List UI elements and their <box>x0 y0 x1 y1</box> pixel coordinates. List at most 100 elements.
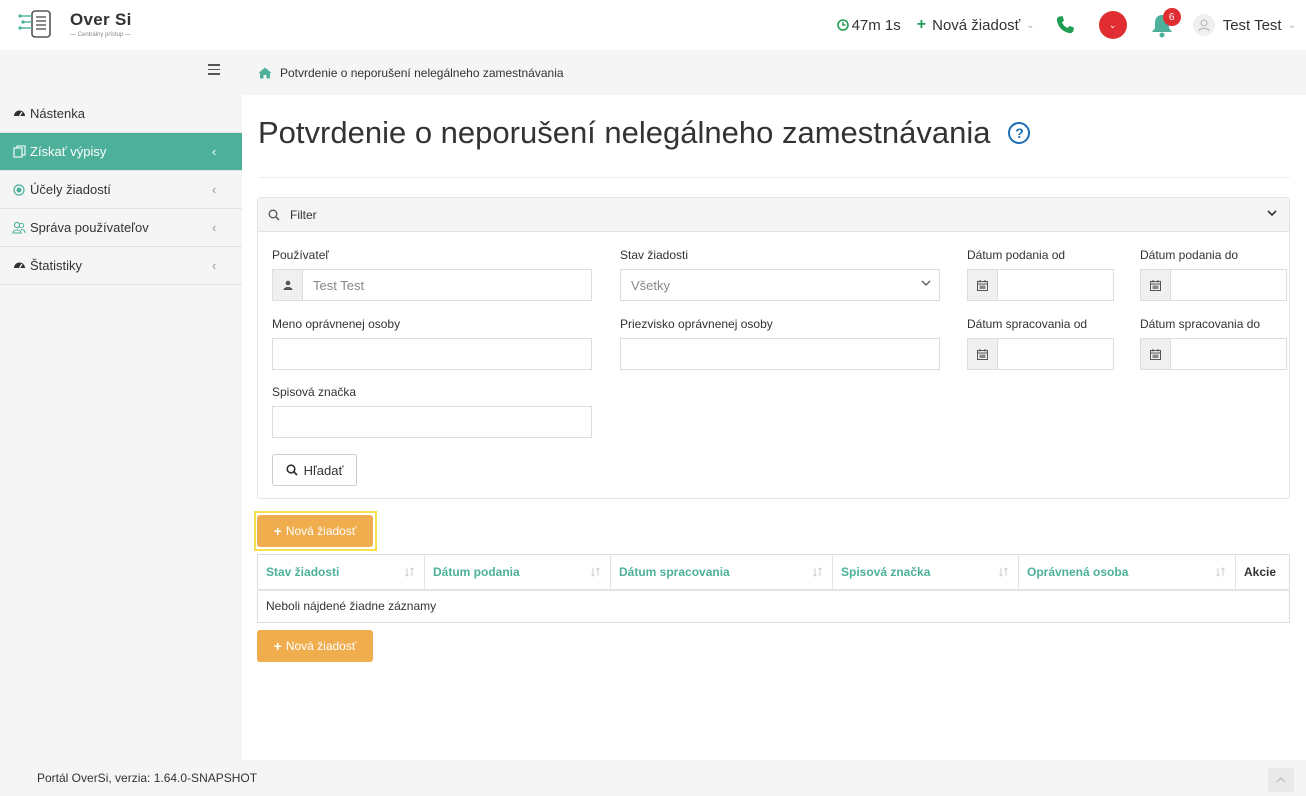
sidebar-item-statistics[interactable]: Štatistiky ‹ <box>0 247 242 285</box>
logo[interactable]: Over Si — Centrálny prístup — <box>18 8 132 40</box>
divider <box>258 177 1290 178</box>
sidebar-item-request-purposes[interactable]: Účely žiadostí ‹ <box>0 171 242 209</box>
user-avatar-icon <box>1192 14 1215 36</box>
requests-table: Stav žiadosti Dátum podania Dátum spraco… <box>257 554 1290 623</box>
sidebar-item-label: Získať výpisy <box>30 144 107 159</box>
user-name: Test Test <box>1222 16 1282 34</box>
users-icon <box>12 221 26 235</box>
brand-name: Over Si <box>70 10 132 29</box>
plus-icon: + <box>916 16 927 33</box>
dashboard-icon <box>12 107 26 121</box>
chevron-left-icon: ‹ <box>212 258 217 273</box>
brand-tagline: — Centrálny prístup — <box>70 32 132 38</box>
search-button[interactable]: Hľadať <box>272 454 357 486</box>
chevron-down-icon: ⌄ <box>1026 19 1035 31</box>
empty-message: Neboli nájdené žiadne záznamy <box>266 599 437 614</box>
sort-icon <box>1216 567 1225 577</box>
last-name-label: Priezvisko oprávnenej osoby <box>620 317 773 331</box>
calendar-icon <box>968 270 998 300</box>
column-header[interactable]: Spisová značka <box>832 554 1019 591</box>
clock-icon <box>836 19 849 31</box>
processed-to-field[interactable] <box>1140 338 1287 370</box>
search-icon <box>268 209 280 221</box>
sidebar-toggle-area <box>0 50 242 95</box>
status-select[interactable]: Všetky <box>620 269 940 301</box>
column-header: Akcie <box>1235 554 1290 591</box>
chevron-up-icon <box>1276 777 1286 783</box>
column-header[interactable]: Dátum podania <box>424 554 611 591</box>
calendar-icon <box>968 339 998 369</box>
new-request-button-bottom[interactable]: + Nová žiadosť <box>257 630 373 662</box>
user-menu[interactable]: Test Test ⌄ <box>1192 14 1296 36</box>
calendar-icon <box>1141 270 1171 300</box>
file-number-field[interactable] <box>272 406 592 438</box>
logo-icon <box>18 10 51 38</box>
submitted-from-field[interactable] <box>967 269 1114 301</box>
timer-value: 47m 1s <box>851 16 901 34</box>
last-name-field[interactable] <box>620 338 940 370</box>
help-icon[interactable]: ? <box>1008 122 1031 144</box>
status-value: Všetky <box>631 277 671 293</box>
sort-icon <box>591 567 600 577</box>
sidebar-item-label: Štatistiky <box>30 258 83 273</box>
new-request-menu[interactable]: + Nová žiadosť ⌄ <box>917 16 1035 34</box>
chevron-down-icon <box>1267 210 1277 217</box>
submitted-to-field[interactable] <box>1140 269 1287 301</box>
sidebar-item-user-management[interactable]: Správa používateľov ‹ <box>0 209 242 247</box>
home-icon[interactable] <box>258 67 272 79</box>
table-header-row: Stav žiadosti Dátum podania Dátum spraco… <box>257 554 1290 591</box>
calendar-icon <box>1141 339 1171 369</box>
first-name-label: Meno oprávnenej osoby <box>272 317 401 331</box>
user-field[interactable]: Test Test <box>272 269 592 301</box>
table-row: Neboli nájdené žiadne záznamy <box>258 590 1290 623</box>
notification-badge: 6 <box>1162 8 1181 26</box>
processed-to-label: Dátum spracovania do <box>1140 317 1261 331</box>
sort-icon <box>813 567 822 577</box>
first-name-field[interactable] <box>272 338 592 370</box>
column-header[interactable]: Oprávnená osoba <box>1018 554 1236 591</box>
status-menu-button[interactable]: ⌄ <box>1098 11 1127 39</box>
version-text: Portál OverSi, verzia: 1.64.0-SNAPSHOT <box>37 771 258 785</box>
user-icon <box>273 270 303 300</box>
chevron-down-icon: ⌄ <box>1108 19 1117 30</box>
menu-toggle-icon[interactable] <box>208 64 226 78</box>
sidebar: Nástenka Získať výpisy ‹ Účely žiadostí … <box>0 50 254 760</box>
breadcrumb: Potvrdenie o neporušení nelegálneho zame… <box>242 50 1306 95</box>
notifications-button[interactable]: 6 <box>1149 8 1181 40</box>
processed-from-label: Dátum spracovania od <box>967 317 1088 331</box>
new-request-label: Nová žiadosť <box>932 16 1021 34</box>
chevron-down-icon: ⌄ <box>1287 19 1296 31</box>
filter-panel-header[interactable]: Filter <box>258 198 1289 232</box>
page-title: Potvrdenie o neporušení nelegálneho zame… <box>258 115 1031 151</box>
plus-icon: + <box>273 523 282 539</box>
user-value: Test Test <box>313 277 365 293</box>
column-header[interactable]: Dátum spracovania <box>610 554 833 591</box>
plus-icon: + <box>273 638 282 654</box>
dashboard-icon <box>12 259 26 273</box>
new-request-button-label: Nová žiadosť <box>285 524 357 538</box>
phone-icon[interactable] <box>1053 13 1077 37</box>
processed-from-field[interactable] <box>967 338 1114 370</box>
sidebar-item-dashboard[interactable]: Nástenka <box>0 95 242 133</box>
chevron-left-icon: ‹ <box>212 220 217 235</box>
footer: Portál OverSi, verzia: 1.64.0-SNAPSHOT <box>0 760 1306 796</box>
file-number-label: Spisová značka <box>272 385 357 399</box>
sort-icon <box>999 567 1008 577</box>
sidebar-menu: Nástenka Získať výpisy ‹ Účely žiadostí … <box>0 95 254 285</box>
sidebar-item-get-statements[interactable]: Získať výpisy ‹ <box>0 133 254 171</box>
chevron-left-icon: ‹ <box>212 182 217 197</box>
sidebar-item-label: Účely žiadostí <box>30 182 111 197</box>
chevron-left-icon: ‹ <box>212 144 217 159</box>
submitted-to-label: Dátum podania do <box>1140 248 1239 262</box>
column-header[interactable]: Stav žiadosti <box>257 554 425 591</box>
status-label: Stav žiadosti <box>620 248 689 262</box>
filter-title: Filter <box>290 207 317 222</box>
scroll-to-top-button[interactable] <box>1268 768 1294 792</box>
submitted-from-label: Dátum podania od <box>967 248 1066 262</box>
search-icon <box>286 464 298 476</box>
main-content: Potvrdenie o neporušení nelegálneho zame… <box>242 95 1306 760</box>
documents-icon <box>12 145 26 159</box>
sidebar-item-label: Správa používateľov <box>30 220 149 235</box>
new-request-button[interactable]: + Nová žiadosť <box>257 515 373 547</box>
chevron-down-icon <box>921 280 931 286</box>
